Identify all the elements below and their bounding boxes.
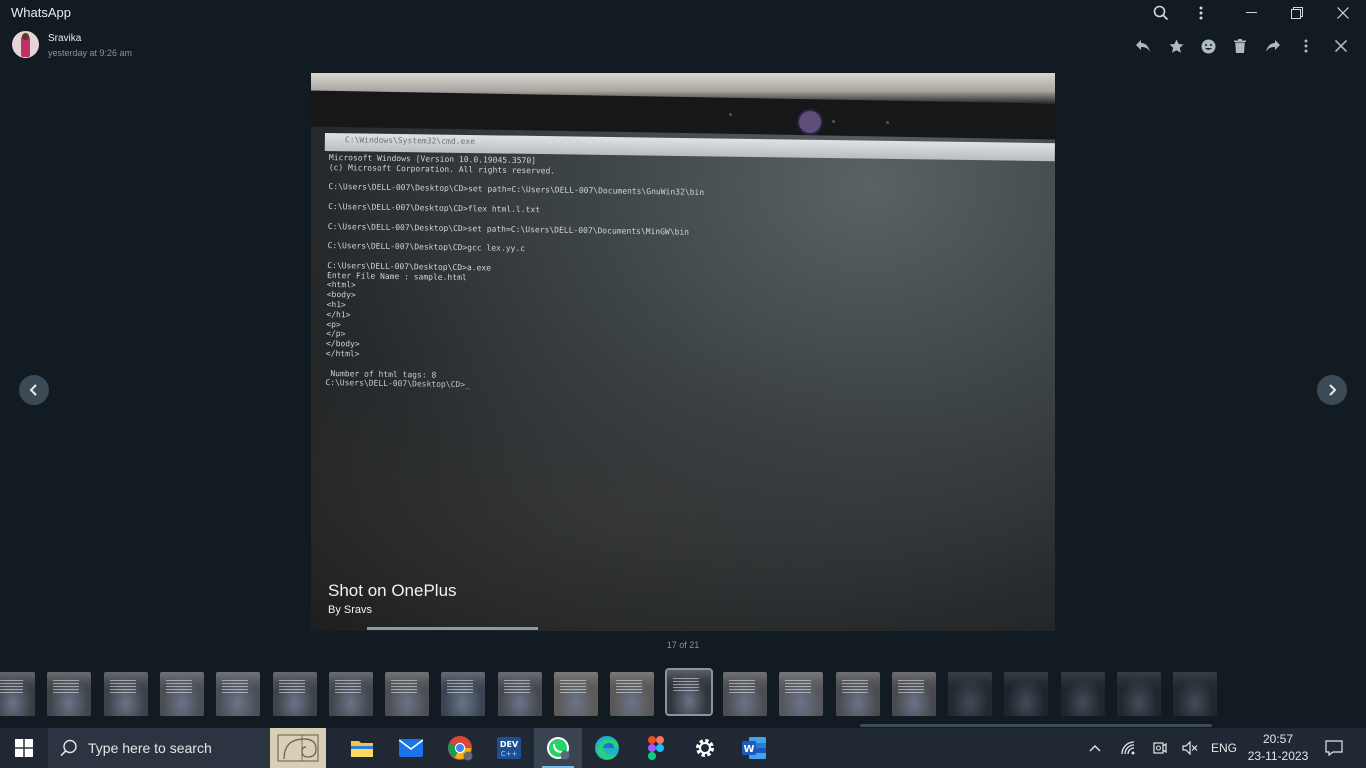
bezel-dot	[886, 121, 889, 124]
emoji-icon[interactable]	[1198, 36, 1218, 56]
thumbnail[interactable]	[104, 672, 148, 716]
devcpp-icon[interactable]: DEV C++	[485, 728, 533, 768]
whatsapp-icon[interactable]	[534, 728, 582, 768]
bezel-dot	[832, 120, 835, 123]
cortana-icon[interactable]	[270, 728, 326, 768]
thumbnail[interactable]	[385, 672, 429, 716]
thumbnail[interactable]	[1117, 672, 1161, 716]
thumbnail[interactable]	[329, 672, 373, 716]
forward-icon[interactable]	[1263, 36, 1283, 56]
windows-taskbar: Type here to search DEV C++ W ENG 20:57 …	[0, 728, 1366, 768]
thumbnail[interactable]	[836, 672, 880, 716]
edge-icon[interactable]	[583, 728, 631, 768]
more-vertical-icon[interactable]	[1296, 36, 1316, 56]
thumbnail[interactable]	[1004, 672, 1048, 716]
thumbnail[interactable]	[47, 672, 91, 716]
app-title: WhatsApp	[11, 5, 71, 20]
media-progress-bar	[367, 627, 538, 630]
photo-watermark-author: By Sravs	[328, 604, 373, 616]
clock-date: 23-11-2023	[1247, 749, 1309, 763]
close-icon[interactable]	[1320, 0, 1366, 26]
thumbnail[interactable]	[610, 672, 654, 716]
taskbar-search-box[interactable]: Type here to search	[48, 728, 270, 768]
thumbnail[interactable]	[554, 672, 598, 716]
minimize-icon[interactable]	[1228, 0, 1274, 26]
svg-text:C++: C++	[501, 750, 518, 758]
taskbar-clock[interactable]: 20:57 23-11-2023	[1246, 731, 1310, 765]
photo-watermark-title: Shot on OnePlus	[328, 581, 457, 600]
thumbnail-strip	[0, 668, 1366, 727]
search-icon	[60, 739, 78, 762]
window-titlebar: WhatsApp	[0, 0, 1366, 26]
thumbnail[interactable]	[0, 672, 35, 716]
thumbnail[interactable]	[216, 672, 260, 716]
thumbnail[interactable]	[723, 672, 767, 716]
avatar[interactable]	[12, 31, 39, 58]
mail-icon[interactable]	[387, 728, 435, 768]
thumbnail[interactable]	[892, 672, 936, 716]
thumbnail[interactable]	[273, 672, 317, 716]
thumbnail[interactable]	[1061, 672, 1105, 716]
media-photo[interactable]: C:\Windows\System32\cmd.exe Microsoft Wi…	[311, 73, 1055, 631]
thumbnail[interactable]	[779, 672, 823, 716]
strip-scrollbar[interactable]	[860, 724, 1212, 727]
thumbnail[interactable]	[160, 672, 204, 716]
thumbnail[interactable]	[1173, 672, 1217, 716]
media-counter: 17 of 21	[666, 640, 700, 650]
cmd-window-title: C:\Windows\System32\cmd.exe	[344, 135, 476, 147]
chevron-left-icon	[29, 384, 37, 396]
message-timestamp: yesterday at 9:26 am	[48, 48, 133, 58]
chevron-up-icon[interactable]	[1082, 728, 1108, 768]
settings-icon[interactable]	[681, 728, 729, 768]
notification-icon[interactable]	[1318, 728, 1350, 768]
wifi-icon[interactable]	[1116, 728, 1142, 768]
word-icon[interactable]: W	[730, 728, 778, 768]
thumbnail[interactable]	[665, 668, 713, 716]
svg-text:W: W	[743, 744, 754, 755]
more-vertical-icon[interactable]	[1178, 0, 1224, 26]
camera-icon[interactable]	[1147, 728, 1173, 768]
windows-logo-icon	[15, 739, 33, 757]
previous-button[interactable]	[19, 375, 49, 405]
figma-icon[interactable]	[632, 728, 680, 768]
file-explorer-icon[interactable]	[338, 728, 386, 768]
svg-text:DEV: DEV	[500, 740, 519, 749]
language-indicator[interactable]: ENG	[1208, 728, 1240, 768]
webcam-icon	[797, 109, 823, 135]
speaker-muted-icon[interactable]	[1177, 728, 1203, 768]
bezel-dot	[729, 113, 732, 116]
close-icon[interactable]	[1331, 36, 1351, 56]
reply-icon[interactable]	[1133, 36, 1153, 56]
start-button[interactable]	[0, 728, 48, 768]
sender-name: Sravika	[48, 33, 82, 44]
clock-time: 20:57	[1262, 732, 1294, 746]
thumbnail[interactable]	[498, 672, 542, 716]
chrome-icon[interactable]	[436, 728, 484, 768]
thumbnail[interactable]	[441, 672, 485, 716]
restore-icon[interactable]	[1274, 0, 1320, 26]
search-placeholder: Type here to search	[88, 740, 212, 756]
star-icon[interactable]	[1166, 36, 1186, 56]
chevron-right-icon	[1329, 384, 1337, 396]
next-button[interactable]	[1317, 375, 1347, 405]
delete-icon[interactable]	[1230, 36, 1250, 56]
thumbnail[interactable]	[948, 672, 992, 716]
